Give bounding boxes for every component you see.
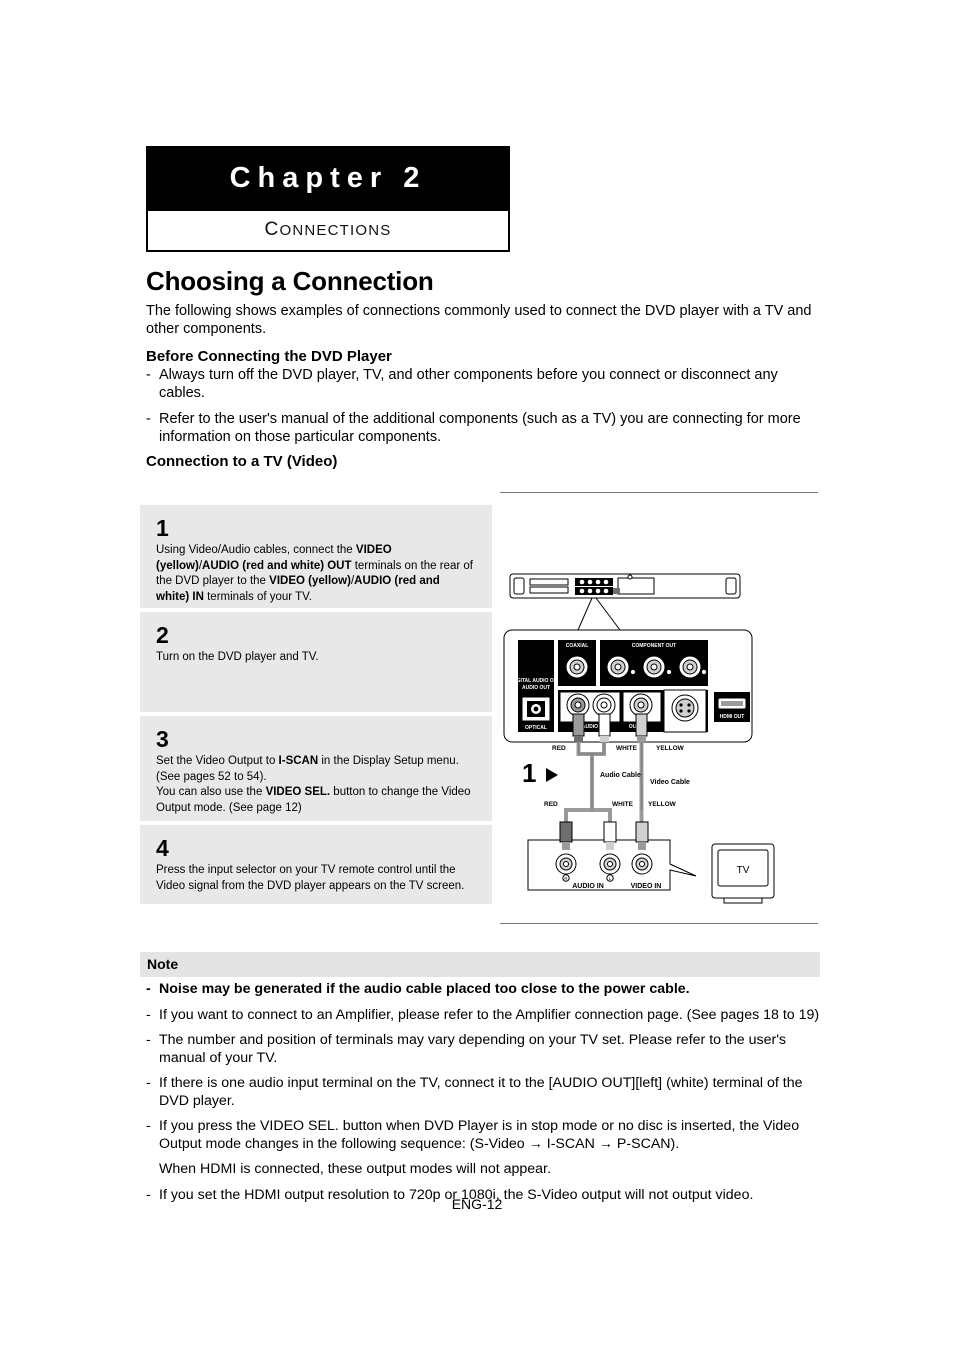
list-item-text: Refer to the user's manual of the additi…	[159, 411, 801, 445]
chapter-title-bar: Chapter 2	[148, 148, 508, 211]
rear-panel-enlarged: DIGITAL AUDIO OUT AUDIO OUT OPTICAL COAX…	[503, 629, 753, 743]
hdmi-out-port: HDMI OUT	[714, 692, 750, 722]
label-component-out: COMPONENT OUT	[632, 643, 676, 649]
note-item: - If you want to connect to an Amplifier…	[146, 1007, 824, 1025]
step-text: Press the input selector on your TV remo…	[156, 864, 465, 892]
tv-jack-video	[631, 853, 653, 875]
plug-yellow	[635, 821, 649, 843]
bullet-dash: -	[146, 411, 151, 427]
chapter-subtitle: CONNECTIONS	[148, 211, 508, 250]
step-marker-arrow	[546, 768, 558, 782]
before-connecting-list: - Always turn off the DVD player, TV, an…	[146, 367, 824, 455]
note-list: - Noise may be generated if the audio ca…	[146, 981, 824, 1212]
step-box-1: 1 Using Video/Audio cables, connect the …	[140, 505, 492, 608]
note-item: - Noise may be generated if the audio ca…	[146, 981, 824, 999]
note-bold-lead: Noise may be generated	[159, 981, 323, 997]
bullet-dash: -	[146, 1075, 151, 1091]
step-number: 1	[156, 515, 169, 541]
note-header-band: Note	[140, 952, 820, 977]
cable-label-red-bottom: RED	[544, 801, 558, 808]
cable-label-white-top: WHITE	[616, 745, 638, 752]
label-coaxial: COAXIAL	[566, 643, 589, 649]
note-item: - If there is one audio input terminal o…	[146, 1075, 824, 1110]
note-rest: if the audio cable placed too close to t…	[322, 981, 690, 997]
chapter-title: Chapter 2	[229, 162, 427, 194]
tv-input-panel: R L AUDIO IN VIDEO IN	[527, 821, 697, 891]
note-item-text: If you want to connect to an Amplifier, …	[159, 1006, 820, 1023]
cable-label-white-bottom: WHITE	[612, 801, 634, 808]
bullet-dash: -	[146, 1118, 151, 1134]
step-box-4: 4 Press the input selector on your TV re…	[140, 825, 492, 904]
section-heading-before-connecting: Before Connecting the DVD Player	[146, 348, 392, 365]
label-s-video: S-VIDEO	[675, 724, 696, 730]
label-audio-cable: Audio Cable	[600, 772, 641, 779]
step-number: 2	[156, 622, 169, 648]
connection-diagram-column: .ln { fill:none; stroke:#000; stroke-wid…	[500, 492, 820, 932]
note-item: - The number and position of terminals m…	[146, 1032, 824, 1067]
label-audio-in: AUDIO IN	[572, 883, 604, 890]
cable-label-yellow-top: YELLOW	[656, 745, 685, 752]
tv-set: TV	[711, 843, 775, 904]
video-out-jack-yellow	[629, 693, 653, 717]
step-number: 4	[156, 835, 169, 861]
chapter-subtitle-initial: C	[264, 219, 280, 240]
audio-out-jack-red	[566, 693, 590, 717]
note-item-text: The number and position of terminals may…	[159, 1032, 787, 1066]
intro-paragraph: The following shows examples of connecti…	[146, 303, 812, 337]
label-video-cable: Video Cable	[650, 779, 690, 786]
step-box-3: 3 Set the Video Output to I-SCAN in the …	[140, 716, 492, 821]
label-digital-audio-out: DIGITAL AUDIO OUT	[512, 678, 561, 684]
bullet-dash: -	[146, 367, 151, 383]
note-item-text: If you press the VIDEO SEL. button when …	[159, 1118, 800, 1152]
label-optical: OPTICAL	[525, 725, 547, 731]
list-item: - Always turn off the DVD player, TV, an…	[146, 367, 824, 402]
note-item-text: If there is one audio input terminal on …	[159, 1075, 803, 1109]
cable-label-yellow-bottom: YELLOW	[648, 801, 677, 808]
steps-column: 1 Using Video/Audio cables, connect the …	[140, 505, 492, 908]
dvd-rear-chassis	[509, 573, 741, 599]
tv-jack-label-r: R	[564, 876, 567, 881]
step-text: Turn on the DVD player and TV.	[156, 651, 319, 663]
section-heading-connection-to-tv: Connection to a TV (Video)	[146, 453, 338, 470]
bullet-dash: -	[146, 1006, 151, 1023]
step-text: Using Video/Audio cables, connect the VI…	[156, 544, 473, 603]
note-heading: Note	[147, 956, 179, 972]
step-box-2: 2 Turn on the DVD player and TV.	[140, 612, 492, 712]
list-item: - Refer to the user's manual of the addi…	[146, 411, 824, 446]
manual-page: Chapter 2 CONNECTIONS Choosing a Connect…	[0, 0, 954, 1351]
page-footer: ENG-12	[451, 1196, 503, 1212]
step-number: 3	[156, 726, 169, 752]
chapter-header: Chapter 2 CONNECTIONS	[146, 146, 510, 252]
step-marker-1: 1	[522, 758, 536, 788]
note-item-text: Noise may be generated if the audio cabl…	[159, 981, 824, 999]
plug-white	[603, 821, 617, 843]
s-video-jack	[671, 694, 699, 722]
label-hdmi-out: HDMI OUT	[720, 714, 745, 720]
svg-text:AUDIO OUT: AUDIO OUT	[522, 685, 550, 691]
list-item-text: Always turn off the DVD player, TV, and …	[159, 367, 778, 401]
note-item: - If you press the VIDEO SEL. button whe…	[146, 1118, 824, 1153]
chapter-subtitle-rest: ONNECTIONS	[279, 222, 392, 239]
bullet-dash: -	[146, 981, 151, 997]
step-text: Set the Video Output to I-SCAN in the Di…	[156, 755, 471, 814]
note-continuation-text: When HDMI is connected, these output mod…	[159, 1161, 551, 1177]
cable-label-red-top: RED	[552, 745, 566, 752]
bullet-dash: -	[146, 1032, 151, 1048]
plug-red	[559, 821, 573, 843]
tv-screen-label: TV	[737, 865, 750, 876]
connection-diagram: .ln { fill:none; stroke:#000; stroke-wid…	[503, 573, 775, 904]
page-title: Choosing a Connection	[146, 266, 434, 296]
label-video-in: VIDEO IN	[631, 883, 662, 890]
audio-out-jack-white	[592, 693, 616, 717]
